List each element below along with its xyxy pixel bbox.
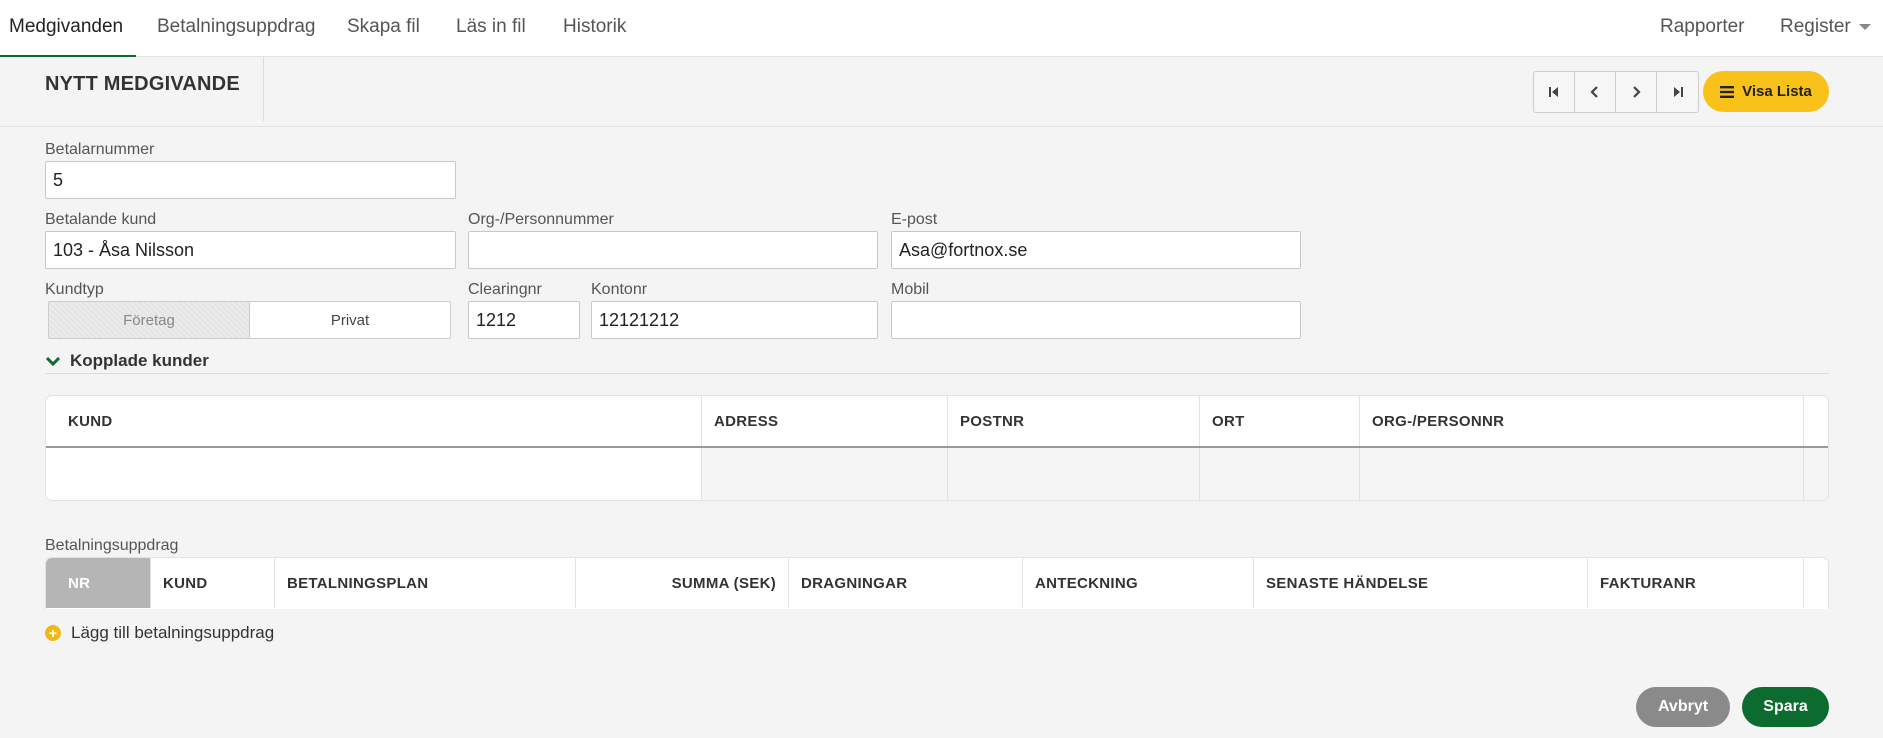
betalande-kund-input[interactable] <box>45 231 456 269</box>
title-divider <box>263 57 264 121</box>
table-cell[interactable] <box>1360 448 1804 500</box>
column-header-betalningsplan[interactable]: BETALNINGSPLAN <box>275 558 576 608</box>
clearingnr-input[interactable] <box>468 301 580 339</box>
last-record-button[interactable] <box>1657 72 1698 112</box>
last-icon <box>1673 87 1683 97</box>
mobil-label: Mobil <box>891 281 930 298</box>
kundtyp-privat-option[interactable]: Privat <box>250 302 450 338</box>
tab-betalningsuppdrag[interactable]: Betalningsuppdrag <box>157 0 315 57</box>
tab-las-in-fil[interactable]: Läs in fil <box>456 0 526 57</box>
table-cell[interactable] <box>46 448 702 500</box>
section-divider <box>45 373 1829 374</box>
betalarnummer-label: Betalarnummer <box>45 141 155 158</box>
cancel-button[interactable]: Avbryt <box>1636 687 1730 727</box>
table-cell[interactable] <box>948 448 1200 500</box>
org-personnummer-label: Org-/Personnummer <box>468 211 614 228</box>
kopplade-kunder-table: KUND ADRESS POSTNR ORT ORG-/PERSONNR <box>45 395 1829 501</box>
add-betalningsuppdrag-link[interactable]: + Lägg till betalningsuppdrag <box>45 623 274 643</box>
kopplade-kunder-toggle[interactable]: Kopplade kunder <box>45 351 209 371</box>
betalande-kund-label: Betalande kund <box>45 211 157 228</box>
table-cell[interactable] <box>702 448 948 500</box>
kontonr-label: Kontonr <box>591 281 648 298</box>
tab-historik[interactable]: Historik <box>563 0 626 57</box>
column-header-ort[interactable]: ORT <box>1200 396 1360 446</box>
column-header-kund[interactable]: KUND <box>151 558 275 608</box>
column-header-anteckning[interactable]: ANTECKNING <box>1023 558 1254 608</box>
chevron-right-icon <box>1633 86 1641 98</box>
column-header-dragningar[interactable]: DRAGNINGAR <box>789 558 1023 608</box>
column-header-postnr[interactable]: POSTNR <box>948 396 1200 446</box>
clearingnr-label: Clearingnr <box>468 281 542 298</box>
first-icon <box>1549 87 1558 97</box>
tab-skapa-fil[interactable]: Skapa fil <box>347 0 420 57</box>
epost-input[interactable] <box>891 231 1301 269</box>
page-header: NYTT MEDGIVANDE Visa Lista <box>0 57 1883 127</box>
column-header-kund[interactable]: KUND <box>46 396 702 446</box>
previous-record-button[interactable] <box>1575 72 1616 112</box>
plus-circle-icon: + <box>45 625 61 641</box>
chevron-down-icon <box>1858 23 1871 30</box>
betalningsuppdrag-label: Betalningsuppdrag <box>45 537 179 554</box>
tab-medgivanden[interactable]: Medgivanden <box>0 0 136 57</box>
kontonr-input[interactable] <box>591 301 878 339</box>
save-button[interactable]: Spara <box>1742 687 1829 727</box>
menu-rapporter[interactable]: Rapporter <box>1660 0 1745 57</box>
table-row <box>46 448 1828 500</box>
table-cell <box>1804 448 1828 500</box>
betalarnummer-input[interactable] <box>45 161 456 199</box>
column-header-adress[interactable]: ADRESS <box>702 396 948 446</box>
table-cell[interactable] <box>1200 448 1360 500</box>
visa-lista-button[interactable]: Visa Lista <box>1703 71 1829 112</box>
first-record-button[interactable] <box>1534 72 1575 112</box>
column-header-senaste-handelse[interactable]: SENASTE HÄNDELSE <box>1254 558 1588 608</box>
page-title: NYTT MEDGIVANDE <box>45 73 240 95</box>
column-header-summa[interactable]: SUMMA (SEK) <box>576 558 789 608</box>
org-personnummer-input[interactable] <box>468 231 878 269</box>
betalningsuppdrag-table: NR KUND BETALNINGSPLAN SUMMA (SEK) DRAGN… <box>45 557 1829 609</box>
next-record-button[interactable] <box>1616 72 1657 112</box>
column-header-org-personnr[interactable]: ORG-/PERSONNR <box>1360 396 1804 446</box>
kundtyp-foretag-option[interactable]: Företag <box>49 302 250 338</box>
epost-label: E-post <box>891 211 938 228</box>
record-pager <box>1533 71 1699 113</box>
kundtyp-label: Kundtyp <box>45 281 104 298</box>
mobil-input[interactable] <box>891 301 1301 339</box>
column-header-fakturanr[interactable]: FAKTURANR <box>1588 558 1804 608</box>
column-header-nr[interactable]: NR <box>46 558 151 608</box>
chevron-left-icon <box>1590 86 1598 98</box>
kundtyp-toggle: Företag Privat <box>48 301 451 339</box>
list-icon <box>1720 85 1735 98</box>
menu-register[interactable]: Register <box>1780 0 1871 57</box>
top-navigation: Medgivanden Betalningsuppdrag Skapa fil … <box>0 0 1883 57</box>
chevron-down-icon <box>45 356 61 367</box>
